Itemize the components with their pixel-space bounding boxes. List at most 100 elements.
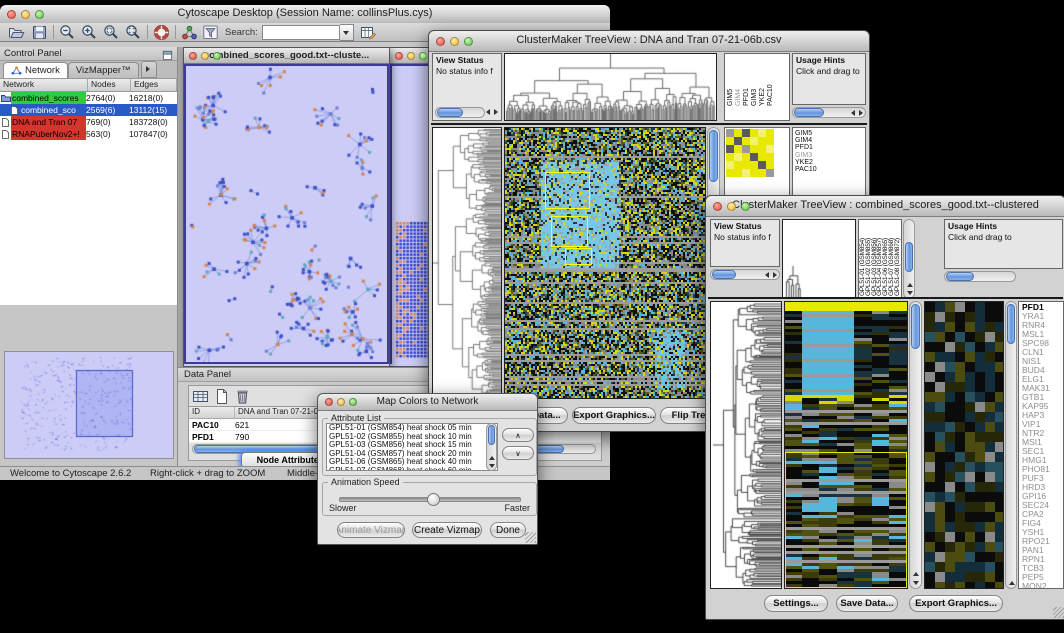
open-icon[interactable] bbox=[8, 24, 25, 41]
scroll-right-icon[interactable] bbox=[494, 109, 498, 115]
export-graphics-button[interactable]: Export Graphics... bbox=[909, 595, 1003, 612]
column-dendrogram-panel[interactable] bbox=[782, 219, 856, 299]
usage-hints-hscrollbar[interactable] bbox=[792, 107, 866, 118]
row-labels[interactable]: GIM5GIM4PFD1GIM3YKE2PAC10 bbox=[793, 130, 865, 173]
column-labels[interactable]: GIM5GIM4PFD1GIM3YKE2PAC10 bbox=[727, 72, 775, 106]
save-data-button[interactable]: Save Data... bbox=[836, 595, 898, 612]
scroll-right-icon[interactable] bbox=[773, 272, 777, 278]
heatmap-canvas[interactable] bbox=[785, 302, 907, 588]
column-label[interactable]: GIM5 bbox=[727, 72, 735, 106]
help-icon[interactable] bbox=[153, 24, 170, 41]
heatmap-canvas[interactable] bbox=[505, 128, 705, 398]
close-icon[interactable] bbox=[189, 52, 197, 60]
zoom-out-icon[interactable] bbox=[59, 24, 76, 41]
network-row[interactable]: RNAPuberNov2+!563(0)107847(0) bbox=[0, 128, 177, 140]
network-overview-panel[interactable] bbox=[4, 351, 174, 459]
settings-button[interactable]: Settings... bbox=[764, 595, 828, 612]
minimize-icon[interactable] bbox=[407, 52, 415, 60]
network-canvas[interactable] bbox=[186, 66, 385, 362]
scroll-left-icon[interactable] bbox=[486, 109, 490, 115]
row-label[interactable]: PFD1 bbox=[793, 144, 865, 151]
close-icon[interactable] bbox=[325, 398, 333, 406]
column-label[interactable]: GIM3 bbox=[751, 72, 759, 106]
zoomed-heatmap-panel[interactable] bbox=[924, 301, 1004, 589]
view-status-hscrollbar[interactable] bbox=[710, 269, 780, 280]
scroll-down-icon[interactable] bbox=[907, 291, 913, 295]
search-input[interactable] bbox=[262, 25, 340, 40]
gene-list-vscrollbar[interactable] bbox=[1005, 301, 1017, 589]
scroll-up-icon[interactable] bbox=[489, 456, 495, 460]
scroll-left-icon[interactable] bbox=[851, 110, 855, 116]
zoomed-heatmap-canvas[interactable] bbox=[925, 302, 1003, 588]
filter-icon[interactable] bbox=[202, 24, 219, 41]
scroll-right-icon[interactable] bbox=[859, 110, 863, 116]
network-view-body[interactable] bbox=[184, 64, 389, 364]
zoom-fit-icon[interactable] bbox=[125, 24, 142, 41]
column-labels-vscrollbar[interactable] bbox=[903, 219, 915, 299]
tab-network[interactable]: Network bbox=[3, 62, 68, 78]
column-dendrogram-canvas[interactable] bbox=[783, 220, 855, 298]
scrollbar-thumb[interactable] bbox=[794, 108, 824, 117]
view-status-hscrollbar[interactable] bbox=[435, 107, 485, 118]
minimize-icon[interactable] bbox=[450, 37, 459, 46]
scrollbar-thumb[interactable] bbox=[946, 272, 974, 281]
network-row[interactable]: DNA and Tran 07769(0)183728(0) bbox=[0, 116, 177, 128]
column-label[interactable]: PAC10 bbox=[767, 72, 775, 106]
column-label[interactable]: GPL51-08 (GSM872) bbox=[895, 220, 901, 296]
close-icon[interactable] bbox=[713, 202, 722, 211]
scroll-up-icon[interactable] bbox=[907, 283, 913, 287]
heatmap-vscrollbar[interactable] bbox=[909, 301, 922, 589]
heatmap-panel[interactable] bbox=[504, 127, 706, 399]
gene-label[interactable]: MON2 bbox=[1019, 582, 1063, 589]
close-icon[interactable] bbox=[395, 52, 403, 60]
column-label[interactable]: YKE2 bbox=[759, 72, 767, 106]
scroll-down-icon[interactable] bbox=[913, 581, 919, 585]
scrollbar-thumb[interactable] bbox=[437, 108, 463, 117]
zoom-window-icon[interactable] bbox=[464, 37, 473, 46]
scrollbar-thumb[interactable] bbox=[709, 130, 718, 182]
minimize-icon[interactable] bbox=[21, 10, 30, 19]
search-dropdown-button[interactable] bbox=[340, 24, 354, 41]
attribute-item[interactable]: GPL51-07 (GSM868) heat shock 60 min bbox=[327, 467, 497, 471]
row-dendrogram-canvas[interactable] bbox=[433, 128, 501, 398]
treeview2-titlebar[interactable]: ClusterMaker TreeView : combined_scores_… bbox=[706, 196, 1064, 217]
scrollbar-thumb[interactable] bbox=[1007, 304, 1015, 344]
done-button[interactable]: Done bbox=[490, 522, 526, 538]
row-label[interactable]: GIM5 bbox=[793, 130, 865, 137]
attribute-browser-icon[interactable] bbox=[360, 24, 377, 41]
row-dendrogram-canvas[interactable] bbox=[711, 302, 781, 588]
column-header-id[interactable]: ID bbox=[189, 407, 235, 418]
row-dendrogram-panel[interactable] bbox=[432, 127, 502, 399]
column-header-nodes[interactable]: Nodes bbox=[88, 79, 131, 91]
close-icon[interactable] bbox=[7, 10, 16, 19]
column-label[interactable]: GIM4 bbox=[735, 72, 743, 106]
column-header-edges[interactable]: Edges bbox=[131, 79, 177, 91]
zoom-window-icon[interactable] bbox=[741, 202, 750, 211]
minimize-icon[interactable] bbox=[337, 398, 345, 406]
save-icon[interactable] bbox=[31, 24, 48, 41]
zoom-window-icon[interactable] bbox=[35, 10, 44, 19]
column-header-network[interactable]: Network bbox=[0, 79, 88, 91]
zoom-selected-icon[interactable] bbox=[103, 24, 120, 41]
zoom-window-icon[interactable] bbox=[349, 398, 357, 406]
gene-labels[interactable]: PFD1YRA1RNR4MSL1SPC98CLN1NIS1BUD4ELG1MAK… bbox=[1019, 303, 1063, 589]
usage-hints-hscrollbar[interactable] bbox=[944, 271, 1016, 282]
tab-overflow-button[interactable] bbox=[141, 61, 157, 78]
zoom-in-icon[interactable] bbox=[81, 24, 98, 41]
close-icon[interactable] bbox=[436, 37, 445, 46]
attribute-list[interactable]: GPL51-01 (GSM854) heat shock 05 minGPL51… bbox=[326, 423, 498, 471]
row-label[interactable]: PAC10 bbox=[793, 166, 865, 173]
column-dendrogram-panel[interactable] bbox=[504, 53, 717, 121]
delete-attribute-icon[interactable] bbox=[234, 388, 251, 405]
network-overview-canvas[interactable] bbox=[5, 352, 173, 458]
minimize-icon[interactable] bbox=[201, 52, 209, 60]
attribute-list-vscrollbar[interactable] bbox=[486, 423, 497, 471]
main-titlebar[interactable]: Cytoscape Desktop (Session Name: collins… bbox=[0, 5, 610, 24]
select-attributes-icon[interactable] bbox=[192, 388, 209, 405]
minimize-icon[interactable] bbox=[727, 202, 736, 211]
scrollbar-thumb[interactable] bbox=[905, 242, 913, 272]
tab-vizmapper[interactable]: VizMapper™ bbox=[68, 62, 139, 78]
create-vizmap-button[interactable]: Create Vizmap bbox=[412, 522, 482, 538]
scroll-up-icon[interactable] bbox=[1009, 581, 1015, 585]
move-down-button[interactable]: ∨ bbox=[502, 446, 534, 460]
